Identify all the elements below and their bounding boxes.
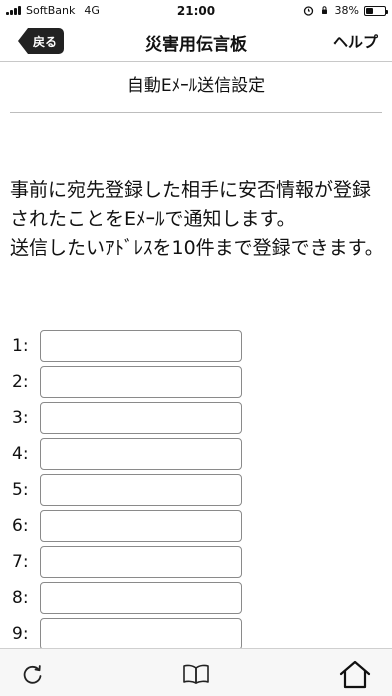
nav-bar: 戻る 災害用伝言板 ヘルプ [0,22,392,62]
battery-fill [366,7,373,14]
description: 事前に宛先登録した相手に安否情報が登録されたことをEﾒｰﾙで通知します。 送信し… [10,176,386,263]
address-row-5: 5: [12,474,242,506]
bookmarks-button[interactable] [179,657,213,691]
address-input-4[interactable] [40,438,242,470]
address-label-5: 5: [12,480,29,500]
address-input-8[interactable] [40,582,242,614]
alarm-icon [303,6,313,16]
address-label-4: 4: [12,444,29,464]
orientation-lock-icon [321,6,327,14]
address-label-6: 6: [12,516,29,536]
bottom-toolbar [0,648,392,696]
address-label-1: 1: [12,336,29,356]
battery-percent: 38% [334,4,359,17]
address-row-1: 1: [12,330,242,362]
address-label-8: 8: [12,588,29,608]
section-title: 自動Eﾒｰﾙ送信設定 [126,76,266,96]
battery-icon [364,5,388,16]
address-label-7: 7: [12,552,29,572]
address-row-4: 4: [12,438,242,470]
home-button[interactable] [338,657,372,691]
address-input-7[interactable] [40,546,242,578]
address-row-9: 9: [12,618,242,650]
address-row-8: 8: [12,582,242,614]
section-divider [10,112,382,113]
address-row-7: 7: [12,546,242,578]
help-button[interactable]: ヘルプ [333,31,378,52]
address-input-2[interactable] [40,366,242,398]
address-label-2: 2: [12,372,29,392]
address-input-5[interactable] [40,474,242,506]
reload-button[interactable] [16,657,50,691]
address-row-3: 3: [12,402,242,434]
address-label-3: 3: [12,408,29,428]
description-line-1: 事前に宛先登録した相手に安否情報が登録されたことをEﾒｰﾙで通知します。 [10,179,372,230]
reload-icon [23,665,42,684]
address-input-3[interactable] [40,402,242,434]
address-row-6: 6: [12,510,242,542]
status-right: 38% [303,4,388,17]
address-input-1[interactable] [40,330,242,362]
address-input-9[interactable] [40,618,242,650]
home-icon [339,660,371,689]
description-line-2: 送信したいｱﾄﾞﾚｽを10件まで登録できます。 [10,237,384,259]
status-bar: SoftBank 4G 21:00 38% [0,0,392,22]
address-input-6[interactable] [40,510,242,542]
book-icon [183,664,209,684]
address-row-2: 2: [12,366,242,398]
address-label-9: 9: [12,624,29,644]
